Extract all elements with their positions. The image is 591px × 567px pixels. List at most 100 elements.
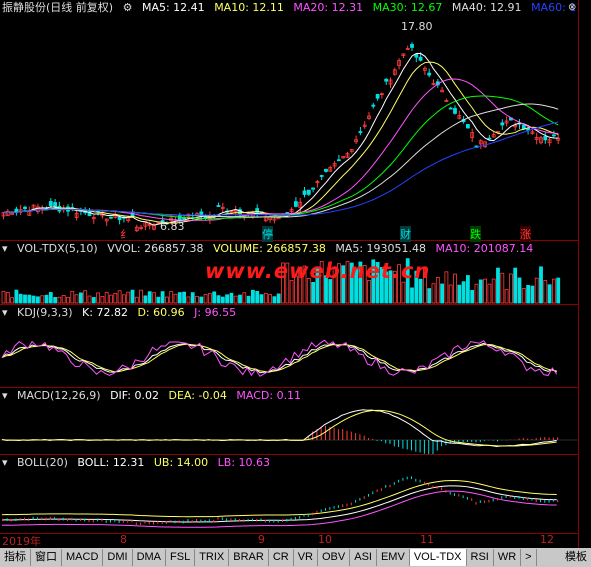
candle-body <box>371 104 376 107</box>
boll-ub-line <box>1 480 557 518</box>
kdj-d-line <box>1 343 557 373</box>
volume-bar <box>504 289 509 304</box>
volume-bar <box>220 296 225 304</box>
ma40-line <box>3 103 559 218</box>
tab-window[interactable]: 窗口 <box>31 549 62 566</box>
volume-bar <box>122 294 126 304</box>
tab-asi[interactable]: ASI <box>350 549 377 566</box>
volume-pane[interactable]: ▾ VOL-TDX(5,10) VVOL: 266857.38 VOLUME: … <box>0 241 578 305</box>
volume-bar <box>552 278 556 304</box>
volume-bar <box>263 292 268 304</box>
volume-bar <box>27 294 32 304</box>
volume-bar <box>470 289 475 304</box>
volume-bar <box>242 292 247 304</box>
volume-bar <box>173 293 178 304</box>
volume-bar <box>539 266 543 304</box>
tab-obv[interactable]: OBV <box>318 549 351 566</box>
tab-indicator[interactable]: 指标 <box>0 549 31 566</box>
macd-pane[interactable]: ▾ MACD(12,26,9) DIF: 0.02 DEA: -0.04 MAC… <box>0 388 578 455</box>
volume-bar <box>246 295 251 304</box>
tab-dma[interactable]: DMA <box>133 549 167 566</box>
boll-chart[interactable] <box>0 455 578 533</box>
volume-bar <box>104 291 109 304</box>
time-label-11: 11 <box>420 533 434 546</box>
ma60-line <box>3 121 559 216</box>
tab-dmi[interactable]: DMI <box>103 549 133 566</box>
macd-chart[interactable] <box>0 388 578 454</box>
candle-body <box>375 94 380 99</box>
tab-vr[interactable]: VR <box>294 549 318 566</box>
volume-bar <box>457 284 462 304</box>
time-label-8: 8 <box>120 533 127 546</box>
volume-bar <box>203 294 208 304</box>
time-label-year: 2019年 <box>2 535 41 548</box>
candle-body <box>57 205 62 212</box>
candle-body <box>48 201 53 206</box>
event-marker-1[interactable]: 纟 <box>120 226 131 242</box>
candle-body <box>109 216 113 219</box>
boll-pane[interactable]: ▾ BOLL(20) BOLL: 12.31 UB: 14.00 LB: 10.… <box>0 455 578 534</box>
time-axis: 2019年 8 9 10 11 12 <box>0 533 578 548</box>
tab-emv[interactable]: EMV <box>377 549 410 566</box>
candle-body <box>336 159 341 162</box>
volume-bar <box>276 293 281 304</box>
volume-bar <box>152 292 156 304</box>
volume-bar <box>130 289 135 304</box>
indicator-tab-bar: 指标 窗口 MACD DMI DMA FSL TRIX BRAR CR VR O… <box>0 548 591 567</box>
tab-fsl[interactable]: FSL <box>166 549 196 566</box>
ma30-line <box>3 95 559 220</box>
tab-wr[interactable]: WR <box>494 549 522 566</box>
candle-body <box>302 190 307 195</box>
volume-bar <box>225 294 230 304</box>
volume-bar <box>500 272 505 304</box>
volume-bar <box>207 293 212 304</box>
volume-bar <box>53 297 57 304</box>
tab-macd[interactable]: MACD <box>62 549 104 566</box>
volume-bar <box>164 296 169 304</box>
volume-bar <box>508 273 513 304</box>
volume-bar <box>487 283 492 304</box>
candle-body <box>276 217 281 220</box>
volume-bar <box>190 292 195 304</box>
candle-body <box>255 208 260 214</box>
volume-bar <box>216 295 221 304</box>
volume-bar <box>117 290 122 304</box>
volume-bar <box>40 295 45 304</box>
tab-cr[interactable]: CR <box>269 549 294 566</box>
volume-bar <box>87 295 92 304</box>
tab-brar[interactable]: BRAR <box>229 549 269 566</box>
kline-chart[interactable] <box>0 0 578 240</box>
event-marker-4[interactable]: 跌 <box>470 226 481 242</box>
candle-body <box>418 56 423 61</box>
kline-pane[interactable]: 振静股份(日线 前复权) ⚙ MA5: 12.41 MA10: 12.11 MA… <box>0 0 591 242</box>
tab-trix[interactable]: TRIX <box>195 549 230 566</box>
tab-vol-tdx[interactable]: VOL-TDX <box>409 549 467 566</box>
volume-bar <box>23 294 27 304</box>
boll-lb-line <box>1 490 557 528</box>
volume-bar <box>547 284 552 304</box>
event-marker-2[interactable]: 停 <box>262 226 273 242</box>
volume-bar <box>44 294 49 304</box>
tab-rsi[interactable]: RSI <box>467 549 494 566</box>
candle-body <box>552 134 556 137</box>
macd-dea-line <box>1 409 557 447</box>
volume-bar <box>496 267 500 304</box>
high-price-label: 17.80 <box>401 20 433 33</box>
watermark-text: www.eweb.net.cn <box>205 259 431 283</box>
tab-template[interactable]: 模板 <box>561 549 591 566</box>
event-marker-5[interactable]: 涨 <box>520 226 531 242</box>
right-scale-bar[interactable] <box>578 0 591 548</box>
kdj-chart[interactable] <box>0 305 578 387</box>
volume-bar <box>401 281 406 304</box>
tab-more[interactable]: > <box>521 549 537 566</box>
candle-body <box>311 187 316 190</box>
kdj-pane[interactable]: ▾ KDJ(9,3,3) K: 72.82 D: 60.96 J: 96.55 <box>0 305 578 388</box>
volume-bar <box>199 296 204 304</box>
event-marker-3[interactable]: 财 <box>400 226 411 242</box>
volume-bar <box>182 291 187 304</box>
volume-bar <box>483 278 488 304</box>
macd-dif-line <box>1 409 557 448</box>
volume-bar <box>126 291 131 304</box>
volume-bar <box>491 278 496 304</box>
volume-bar <box>268 294 273 304</box>
